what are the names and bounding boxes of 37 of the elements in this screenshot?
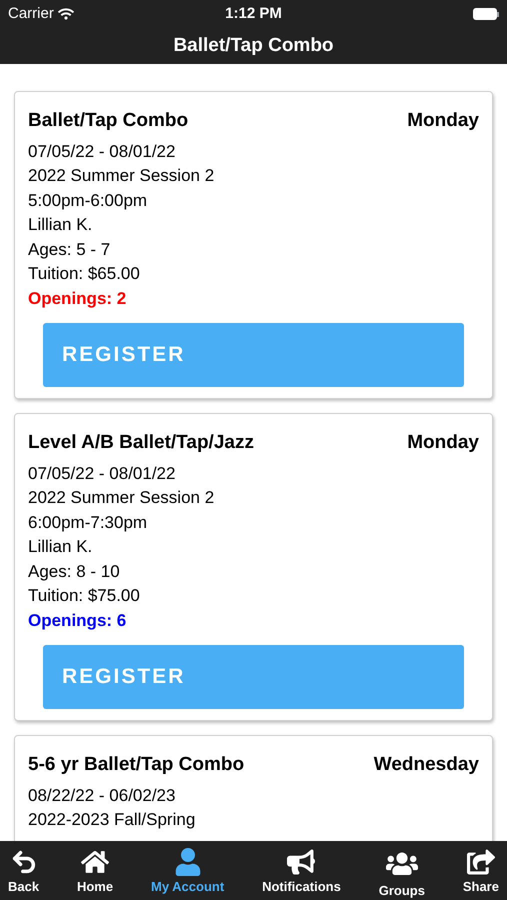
class-detail: 2022 Summer Session 2 <box>28 487 216 509</box>
clock-time: 1:12 PM <box>225 4 282 24</box>
screen-title: Ballet/Tap Combo <box>173 34 334 58</box>
wifi-icon <box>58 6 74 22</box>
class-detail: Lillian K. <box>28 536 94 558</box>
user-icon <box>174 848 202 876</box>
class-day: Wednesday <box>374 751 479 780</box>
class-detail: Tuition: $75.00 <box>28 585 141 607</box>
tab-bar-item[interactable]: My Account <box>150 848 224 900</box>
class-detail: 07/05/22 - 08/01/22 <box>28 462 176 484</box>
class-detail: Tuition: $65.00 <box>28 263 141 285</box>
class-day: Monday <box>407 429 479 458</box>
tab-bar-item[interactable]: Back <box>8 848 40 900</box>
class-name: Ballet/Tap Combo <box>28 109 188 133</box>
home-icon <box>81 848 110 876</box>
share-icon <box>466 848 495 876</box>
class-detail: Ages: 8 - 10 <box>28 560 121 582</box>
class-detail: Ages: 5 - 7 <box>28 238 112 260</box>
tab-bar-item[interactable]: Notifications <box>262 848 341 900</box>
class-name: 5-6 yr Ballet/Tap Combo <box>28 753 244 777</box>
tab-bar-item[interactable]: Share <box>462 848 499 900</box>
tab-bar-item[interactable]: Groups <box>378 848 425 900</box>
class-detail: 2022 Summer Session 2 <box>28 165 216 187</box>
class-detail: 07/05/22 - 08/01/22 <box>28 140 176 162</box>
class-day: Monday <box>407 107 479 136</box>
class-detail: 6:00pm-7:30pm <box>28 512 148 534</box>
class-detail: 2022-2023 Fall/Spring <box>28 809 196 831</box>
class-detail: 5:00pm-6:00pm <box>28 190 148 212</box>
carrier-label: Carrier <box>8 4 54 24</box>
class-name: Level A/B Ballet/Tap/Jazz <box>28 431 254 455</box>
battery-icon <box>473 8 499 20</box>
openings-count: Openings: 6 <box>28 610 128 632</box>
class-detail: Lillian K. <box>28 214 94 236</box>
tab-bar-item[interactable]: Home <box>76 848 114 900</box>
megaphone-icon <box>287 848 316 876</box>
class-detail: 08/22/22 - 06/02/23 <box>28 784 176 806</box>
openings-count: Openings: 2 <box>28 288 128 310</box>
